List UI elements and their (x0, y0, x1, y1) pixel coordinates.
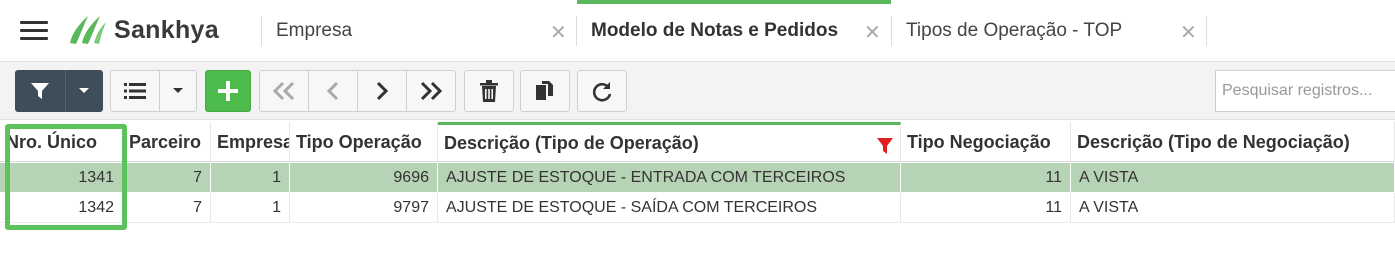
cell-empresa: 1 (211, 193, 290, 223)
cell-tipo-negociacao: 11 (901, 163, 1071, 193)
column-header-label: Descrição (Tipo de Operação) (444, 133, 699, 153)
tab-tipos-operacao-top[interactable]: Tipos de Operação - TOP ✕ (892, 0, 1206, 62)
toolbar (0, 62, 1395, 120)
copy-icon (536, 81, 553, 100)
column-header-parceiro[interactable]: Parceiro (123, 122, 211, 162)
filter-button[interactable] (15, 70, 65, 112)
brand-logo[interactable]: Sankhya (66, 12, 219, 48)
last-page-icon (420, 81, 443, 101)
list-view-dropdown-button[interactable] (159, 70, 197, 112)
cell-nro-unico: 1341 (0, 163, 123, 193)
dropdown-caret-icon (79, 88, 89, 93)
table-row[interactable]: 1342 7 1 9797 AJUSTE DE ESTOQUE - SAÍDA … (0, 193, 1395, 223)
column-header-tipo-negociacao[interactable]: Tipo Negociação (901, 122, 1071, 162)
tab-modelo-notas-pedidos[interactable]: Modelo de Notas e Pedidos ✕ (577, 0, 891, 62)
close-icon[interactable]: ✕ (1180, 20, 1197, 45)
divider (1206, 16, 1207, 46)
first-page-icon (272, 81, 295, 101)
top-bar: Sankhya Empresa ✕ Modelo de Notas e Pedi… (0, 0, 1395, 62)
previous-button[interactable] (308, 70, 358, 112)
cell-descricao-negociacao: A VISTA (1071, 163, 1395, 193)
cell-nro-unico: 1342 (0, 193, 123, 223)
tab-label: Modelo de Notas e Pedidos (591, 20, 839, 41)
next-button[interactable] (357, 70, 407, 112)
brand-name: Sankhya (114, 15, 219, 44)
sankhya-logo-icon (70, 16, 106, 44)
add-button[interactable] (205, 70, 251, 112)
duplicate-button[interactable] (520, 70, 570, 112)
first-page-button[interactable] (259, 70, 309, 112)
close-icon[interactable]: ✕ (550, 20, 567, 45)
filter-icon (31, 83, 49, 99)
cell-parceiro: 7 (123, 163, 211, 193)
refresh-button[interactable] (577, 70, 627, 112)
table-row[interactable]: 1341 7 1 9696 AJUSTE DE ESTOQUE - ENTRAD… (0, 163, 1395, 193)
search-input[interactable] (1215, 70, 1395, 112)
last-page-button[interactable] (406, 70, 456, 112)
cell-tipo-operacao: 9696 (290, 163, 438, 193)
column-header-descricao-negociacao[interactable]: Descrição (Tipo de Negociação) (1071, 122, 1395, 162)
cell-descricao-negociacao: A VISTA (1071, 193, 1395, 223)
add-icon (218, 81, 238, 101)
cell-empresa: 1 (211, 163, 290, 193)
menu-icon[interactable] (20, 19, 48, 41)
trash-icon (480, 80, 498, 102)
cell-parceiro: 7 (123, 193, 211, 223)
refresh-icon (592, 82, 612, 102)
tab-empresa[interactable]: Empresa ✕ (262, 0, 576, 62)
dropdown-caret-icon (173, 88, 183, 93)
column-header-nro-unico[interactable]: Nro. Único (0, 122, 123, 162)
cell-descricao-top: AJUSTE DE ESTOQUE - SAÍDA COM TERCEIROS (438, 193, 901, 223)
column-header-descricao-top[interactable]: Descrição (Tipo de Operação) (438, 122, 901, 162)
next-icon (376, 81, 389, 101)
list-icon (124, 83, 146, 99)
previous-icon (326, 81, 339, 101)
tab-label: Tipos de Operação - TOP (906, 20, 1123, 41)
column-header-empresa[interactable]: Empresa (211, 122, 290, 162)
column-header-tipo-operacao[interactable]: Tipo Operação (290, 122, 438, 162)
cell-tipo-operacao: 9797 (290, 193, 438, 223)
cell-descricao-top: AJUSTE DE ESTOQUE - ENTRADA COM TERCEIRO… (438, 163, 901, 193)
delete-button[interactable] (464, 70, 514, 112)
column-filter-icon[interactable] (876, 137, 894, 155)
list-view-button[interactable] (110, 70, 160, 112)
filter-dropdown-button[interactable] (65, 70, 103, 112)
cell-tipo-negociacao: 11 (901, 193, 1071, 223)
close-icon[interactable]: ✕ (864, 20, 881, 45)
tab-label: Empresa (276, 20, 353, 41)
